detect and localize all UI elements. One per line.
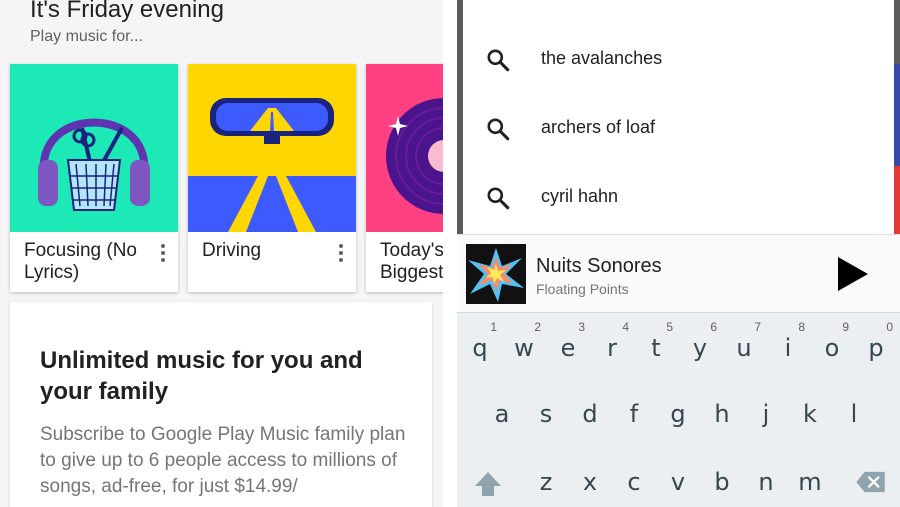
key-e[interactable]: 3e (547, 313, 589, 369)
suggestion-text: the avalanches (541, 48, 663, 68)
playlist-card-focusing[interactable]: Focusing (No Lyrics) (10, 64, 178, 292)
key-j[interactable]: j (745, 379, 787, 435)
suggestion-text: cyril hahn (541, 186, 619, 206)
card-title: Driving (202, 240, 262, 261)
key-c[interactable]: c (613, 447, 655, 503)
search-suggestion[interactable]: the avalanches (463, 29, 894, 89)
panel-divider (443, 0, 457, 507)
focusing-card-art (10, 64, 178, 232)
key-d[interactable]: d (569, 379, 611, 435)
rearview-mirror-road-art (188, 98, 356, 232)
key-l[interactable]: l (833, 379, 875, 435)
browse-panel: It's Friday evening Play music for... Fo… (0, 0, 443, 507)
more-vert-icon[interactable] (332, 241, 350, 265)
more-vert-icon[interactable] (154, 241, 172, 265)
key-z[interactable]: z (525, 447, 567, 503)
search-icon (487, 49, 510, 72)
driving-card-art (188, 64, 356, 232)
card-title: Focusing (No Lyrics) (24, 240, 137, 283)
key-o[interactable]: 9o (811, 313, 853, 369)
search-icon (487, 187, 510, 210)
key-g[interactable]: g (657, 379, 699, 435)
key-i[interactable]: 8i (767, 313, 809, 369)
key-r[interactable]: 4r (591, 313, 633, 369)
suggestion-text: archers of loaf (541, 117, 656, 137)
key-q[interactable]: 1q (459, 313, 501, 369)
vinyl-record-art (386, 98, 443, 214)
onscreen-keyboard: 1q 2w 3e 4r 5t 6y 7u 8i 9o 0p a s d f g … (457, 312, 900, 507)
family-plan-promo[interactable]: Unlimited music for you and your family … (10, 302, 432, 507)
play-icon[interactable] (835, 255, 871, 293)
search-icon (487, 118, 510, 141)
key-u[interactable]: 7u (723, 313, 765, 369)
search-suggestion[interactable]: archers of loaf (463, 98, 894, 158)
album-art (466, 244, 526, 304)
key-p[interactable]: 0p (855, 313, 897, 369)
search-panel: the avalanches archers of loaf cyril hah… (457, 0, 900, 507)
key-k[interactable]: k (789, 379, 831, 435)
search-suggestion[interactable]: cyril hahn (463, 167, 894, 227)
shift-arrow-icon (475, 472, 501, 496)
biggest-card-art (366, 64, 443, 232)
key-v[interactable]: v (657, 447, 699, 503)
key-n[interactable]: n (745, 447, 787, 503)
backspace-key[interactable] (851, 447, 895, 503)
page-subheading: Play music for... (30, 28, 143, 45)
key-m[interactable]: m (789, 447, 831, 503)
key-a[interactable]: a (481, 379, 523, 435)
key-t[interactable]: 5t (635, 313, 677, 369)
promo-title: Unlimited music for you and your family (40, 347, 363, 405)
headphones-pencil-cup-art (38, 118, 150, 211)
background-content-strip (894, 64, 900, 234)
shift-key[interactable] (465, 447, 509, 503)
key-y[interactable]: 6y (679, 313, 721, 369)
key-h[interactable]: h (701, 379, 743, 435)
key-w[interactable]: 2w (503, 313, 545, 369)
backspace-icon (856, 471, 885, 493)
card-title: Today's Biggest (380, 240, 443, 283)
promo-body: Subscribe to Google Play Music family pl… (40, 424, 406, 497)
key-b[interactable]: b (701, 447, 743, 503)
track-title: Nuits Sonores (536, 255, 662, 277)
page-heading: It's Friday evening (30, 0, 225, 23)
key-x[interactable]: x (569, 447, 611, 503)
now-playing-bar[interactable]: Nuits Sonores Floating Points (457, 234, 900, 312)
playlist-card-driving[interactable]: Driving (188, 64, 356, 292)
key-f[interactable]: f (613, 379, 655, 435)
playlist-card-todays-biggest[interactable]: Today's Biggest (366, 64, 443, 292)
search-suggestions-list: the avalanches archers of loaf cyril hah… (463, 0, 894, 234)
key-s[interactable]: s (525, 379, 567, 435)
track-artist: Floating Points (536, 281, 629, 297)
